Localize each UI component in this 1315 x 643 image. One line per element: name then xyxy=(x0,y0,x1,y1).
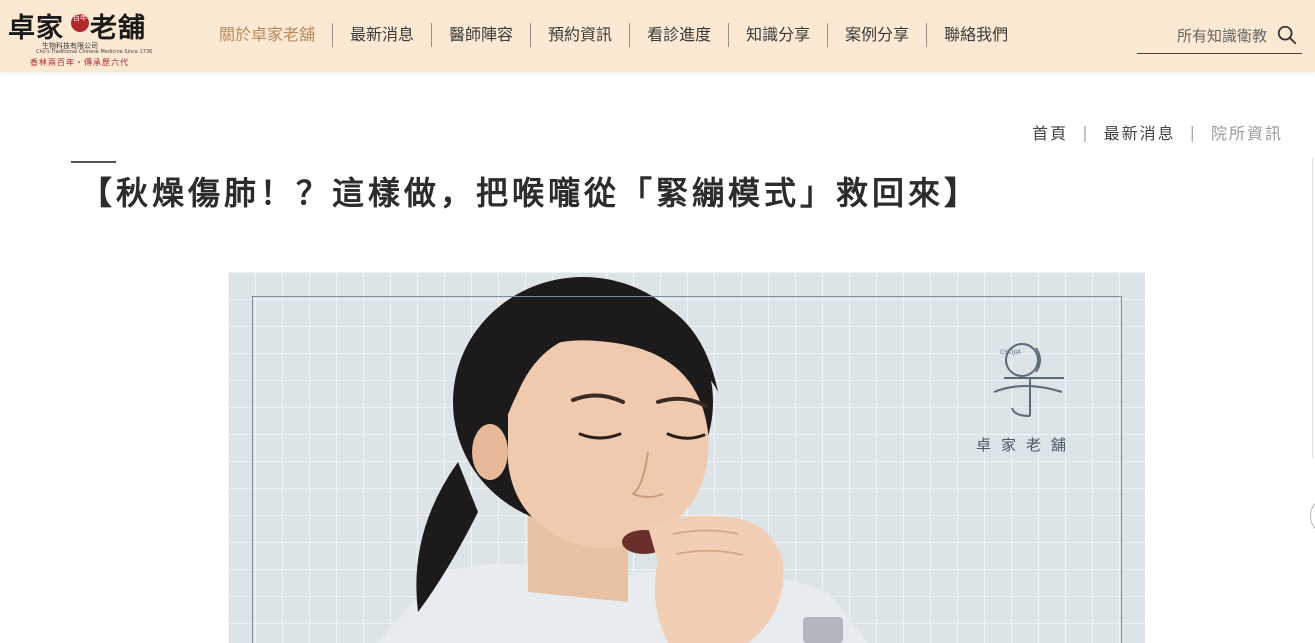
nav-item-progress[interactable]: 看診進度 xyxy=(629,23,728,47)
logo-seal: 百年 xyxy=(71,14,89,32)
main-nav: 關於卓家老舖 最新消息 醫師陣容 預約資訊 看診進度 知識分享 案例分享 聯絡我… xyxy=(202,22,1025,48)
floating-action-button[interactable] xyxy=(1310,496,1315,536)
nav-item-about[interactable]: 關於卓家老舖 xyxy=(202,23,332,47)
logo-slogan: 香林兩百年・傳承歷六代 xyxy=(30,58,129,67)
nav-item-contact[interactable]: 聯絡我們 xyxy=(926,23,1025,47)
search-box xyxy=(1137,20,1302,54)
breadcrumb: 首頁 | 最新消息 | 院所資訊 xyxy=(1032,120,1283,144)
title-accent-line xyxy=(71,161,116,163)
brand-mark-text: CHOJIA xyxy=(1000,349,1022,356)
search-icon[interactable] xyxy=(1276,24,1298,46)
breadcrumb-current: 院所資訊 xyxy=(1210,124,1283,143)
nav-item-doctors[interactable]: 醫師陣容 xyxy=(431,23,530,47)
nav-item-cases[interactable]: 案例分享 xyxy=(827,23,926,47)
site-logo[interactable]: 卓家 百年 老舖 生物科技有限公司 Cho's Traditional Chin… xyxy=(8,6,152,67)
brand-name-watermark: 卓家老舖 xyxy=(976,436,1077,454)
logo-english-tagline: Cho's Traditional Chinese Medicine Since… xyxy=(36,49,153,55)
breadcrumb-home[interactable]: 首頁 xyxy=(1032,120,1068,144)
search-input[interactable] xyxy=(1137,22,1267,50)
nav-item-appointment[interactable]: 預約資訊 xyxy=(530,23,629,47)
nav-item-knowledge[interactable]: 知識分享 xyxy=(728,23,827,47)
breadcrumb-news[interactable]: 最新消息 xyxy=(1104,120,1176,144)
brand-logo-mark-icon: CHOJIA xyxy=(993,343,1064,417)
site-header: 卓家 百年 老舖 生物科技有限公司 Cho's Traditional Chin… xyxy=(0,0,1315,72)
breadcrumb-separator: | xyxy=(1082,122,1090,142)
article-hero-image: CHOJIA 卓家老舖 xyxy=(228,272,1145,643)
page-title: 【秋燥傷肺！？這樣做，把喉嚨從「緊繃模式」救回來】 xyxy=(80,174,981,212)
nav-item-news[interactable]: 最新消息 xyxy=(332,23,431,47)
breadcrumb-separator: | xyxy=(1189,122,1197,142)
